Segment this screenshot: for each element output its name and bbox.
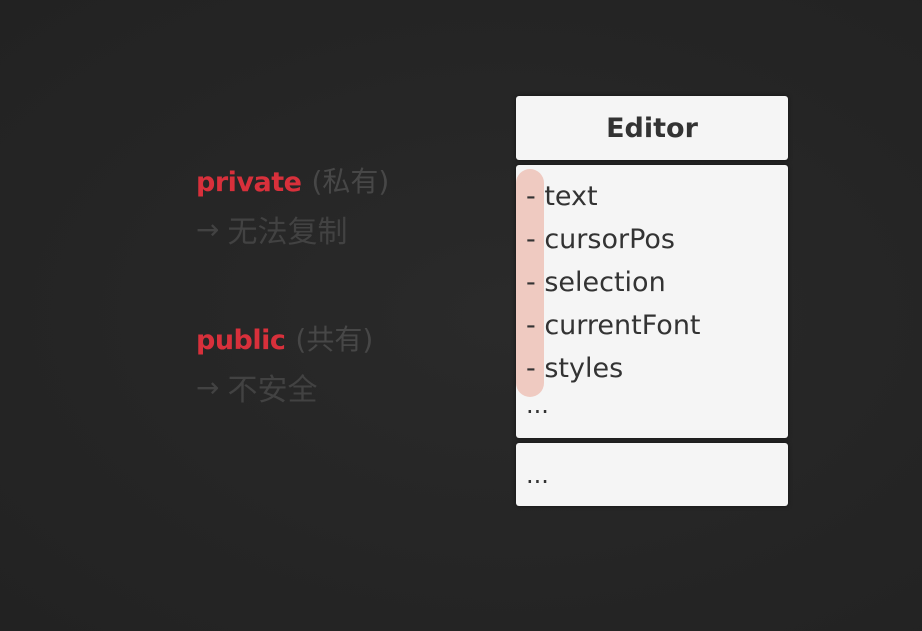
fields-more: ...	[526, 391, 549, 419]
uml-methods-section: ...	[516, 443, 788, 506]
visibility-notes: private (私有) → 无法复制 public (共有) → 不安全	[196, 160, 496, 410]
private-keyword: private	[196, 167, 302, 198]
field-text: - text	[526, 181, 598, 212]
note-public-consequence: → 不安全	[196, 364, 496, 410]
uml-fields-section: - text - cursorPos - selection - current…	[516, 165, 788, 438]
private-gloss: (私有)	[311, 165, 390, 198]
private-consequence-text: 无法复制	[227, 215, 348, 250]
methods-more: ...	[526, 460, 549, 489]
note-private-consequence: → 无法复制	[196, 206, 496, 252]
class-name: Editor	[606, 112, 698, 144]
diagram-canvas: private (私有) → 无法复制 public (共有) → 不安全 Ed…	[0, 0, 922, 631]
uml-class-header: Editor	[516, 96, 788, 160]
public-consequence-text: 不安全	[227, 373, 318, 408]
public-gloss: (共有)	[295, 323, 374, 356]
note-public: public (共有)	[196, 318, 496, 364]
field-selection: - selection	[526, 267, 666, 298]
public-keyword: public	[196, 325, 286, 356]
arrow-icon: →	[196, 212, 220, 246]
uml-class-editor: Editor - text - cursorPos - selection - …	[516, 96, 788, 506]
field-styles: - styles	[526, 353, 624, 384]
arrow-icon: →	[196, 370, 220, 404]
field-currentfont: - currentFont	[526, 310, 701, 341]
note-private: private (私有)	[196, 160, 496, 206]
field-cursorpos: - cursorPos	[526, 224, 675, 255]
